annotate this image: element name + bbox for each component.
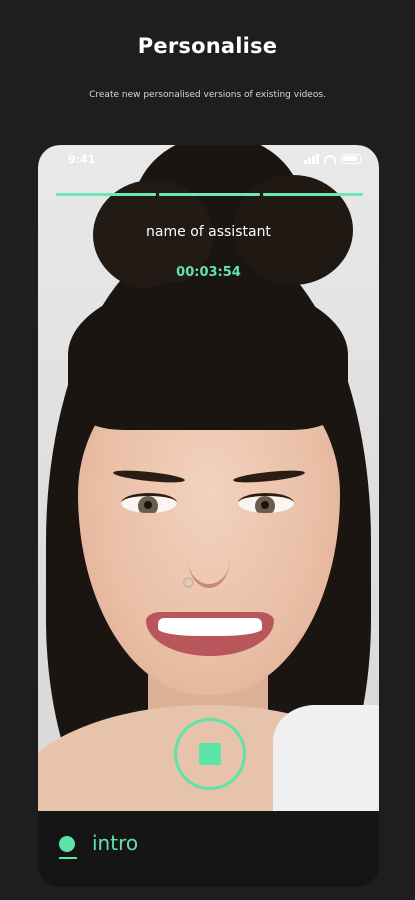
status-time: 9:41 <box>68 153 96 166</box>
battery-icon <box>341 154 361 164</box>
portrait-shirt <box>273 705 379 811</box>
recording-timer: 00:03:54 <box>176 265 241 280</box>
stop-square-icon <box>199 743 221 765</box>
portrait-eye-right <box>238 493 294 513</box>
video-preview: 9:41 name of assistant 00:03:54 <box>38 145 379 811</box>
tab-intro[interactable]: intro <box>92 831 138 855</box>
status-bar: 9:41 <box>38 151 379 169</box>
assistant-name-label: name of assistant <box>146 224 271 240</box>
portrait-hairline <box>68 280 348 430</box>
status-icons <box>304 154 361 164</box>
portrait-nose <box>188 530 230 588</box>
progress-segment <box>262 193 363 196</box>
portrait-eye-left <box>121 493 177 513</box>
stop-recording-button[interactable] <box>174 718 246 790</box>
active-indicator <box>59 857 77 859</box>
progress-segment <box>159 193 260 196</box>
wifi-icon <box>324 154 336 164</box>
dot-icon <box>59 836 75 852</box>
phone-mockup: 9:41 name of assistant 00:03:54 intro <box>38 145 379 887</box>
progress-segment <box>56 193 157 196</box>
nose-ring <box>183 577 194 588</box>
page-title: Personalise <box>137 34 278 58</box>
signal-icon <box>304 154 319 164</box>
bottom-bar: intro <box>38 811 379 887</box>
page-subtitle: Create new personalised versions of exis… <box>89 90 326 100</box>
segment-progress <box>56 193 363 196</box>
app-screen: Personalise Create new personalised vers… <box>0 0 415 900</box>
